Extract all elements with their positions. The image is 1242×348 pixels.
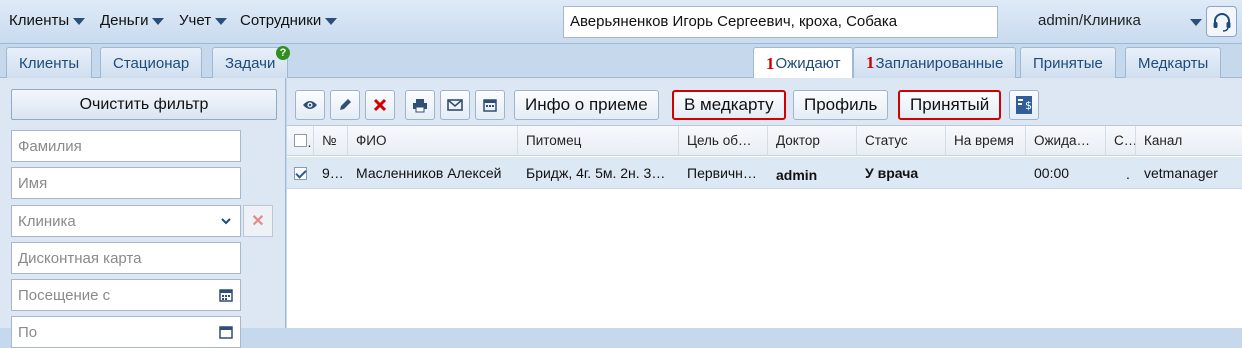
visit-from-field[interactable]: Посещение с — [11, 279, 241, 311]
discount-card-field[interactable]: Дисконтная карта — [11, 242, 241, 274]
toolbar: Инфо о приеме В медкарту Профиль Приняты… — [287, 78, 1242, 126]
calendar-icon — [483, 99, 497, 112]
scheduled-count: 1 — [866, 53, 875, 72]
email-button[interactable] — [440, 90, 470, 120]
menu-money-label: Деньги — [100, 12, 149, 29]
menu-money[interactable]: Деньги — [100, 12, 165, 29]
tab-scheduled[interactable]: 1 Запланированные — [853, 47, 1017, 78]
clear-filter-button[interactable]: Очистить фильтр — [11, 89, 277, 120]
menu-accounting-label: Учет — [179, 12, 212, 29]
tab-waiting[interactable]: 1 Ожидают — [753, 47, 854, 79]
calendar-icon[interactable] — [219, 288, 233, 302]
edit-button[interactable] — [330, 90, 360, 120]
chevron-down-icon — [221, 218, 231, 225]
table-row[interactable]: 9… Масленников Алексей Бридж, 4г. 5м. 2н… — [287, 157, 1242, 189]
invoice-button[interactable]: $ — [1009, 90, 1039, 120]
close-icon: ✕ — [251, 213, 265, 230]
cell-channel: vetmanager — [1144, 165, 1218, 181]
tab-clients-label: Клиенты — [19, 54, 80, 72]
col-status[interactable]: Статус — [857, 126, 946, 156]
chevron-down-icon — [73, 18, 86, 25]
invoice-dollar-icon: $ — [1016, 96, 1032, 114]
visit-info-button[interactable]: Инфо о приеме — [514, 90, 659, 120]
eye-icon — [303, 101, 317, 109]
cell-doctor: admin — [776, 167, 818, 183]
tab-hospital-label: Стационар — [113, 54, 190, 72]
printer-icon — [413, 98, 427, 112]
col-fio[interactable]: ФИО — [348, 126, 518, 156]
calendar-button[interactable] — [475, 90, 505, 120]
firstname-field[interactable]: Имя — [11, 167, 241, 199]
cell-time — [946, 157, 1026, 189]
delete-button[interactable] — [365, 90, 395, 120]
filter-panel: Очистить фильтр Фамилия Имя Клиника Диск… — [0, 78, 286, 348]
envelope-icon — [447, 99, 463, 111]
profile-button[interactable]: Профиль — [793, 90, 889, 120]
tab-waiting-label: Ожидают — [775, 55, 841, 72]
tab-medcards[interactable]: Медкарты — [1125, 47, 1222, 78]
user-clinic-label[interactable]: admin/Клиника — [1038, 12, 1141, 29]
help-icon[interactable]: ? — [276, 46, 290, 60]
cell-fio: Масленников Алексей — [356, 165, 502, 181]
tabs-row: Клиенты Стационар Задачи 1 Ожидают 1 Запла… — [0, 44, 1242, 79]
calendar-icon[interactable] — [219, 325, 233, 339]
visit-to-label: По — [18, 324, 38, 341]
tab-accepted[interactable]: Принятые — [1020, 47, 1116, 78]
menu-accounting[interactable]: Учет — [179, 12, 228, 29]
cell-wait: 00:00 — [1034, 165, 1070, 181]
col-channel[interactable]: Канал — [1136, 126, 1242, 156]
tab-accepted-label: Принятые — [1033, 54, 1103, 72]
waiting-count: 1 — [766, 53, 775, 73]
user-menu-chevron-icon[interactable] — [1190, 19, 1202, 26]
cell-purpose: Первичн… — [687, 165, 757, 181]
support-headset-button[interactable] — [1206, 6, 1237, 37]
col-c[interactable]: С… — [1106, 126, 1136, 156]
tab-tasks-label: Задачи — [225, 54, 276, 72]
cell-number: 9… — [322, 165, 344, 181]
col-time[interactable]: На время — [946, 126, 1026, 156]
cell-c: . — [1126, 166, 1130, 182]
menu-staff-label: Сотрудники — [240, 12, 322, 29]
clear-clinic-button[interactable]: ✕ — [243, 205, 273, 237]
row-checkbox[interactable] — [294, 167, 307, 180]
tab-hospital[interactable]: Стационар — [100, 47, 203, 78]
row-checkbox-cell[interactable] — [287, 157, 314, 189]
lastname-field[interactable]: Фамилия — [11, 130, 241, 162]
select-all-checkbox[interactable] — [294, 134, 307, 147]
menu-clients-label: Клиенты — [9, 12, 70, 29]
tab-medcards-label: Медкарты — [1138, 54, 1209, 72]
chevron-down-icon — [152, 18, 165, 25]
visit-to-field[interactable]: По — [11, 316, 241, 348]
cell-status: У врача — [865, 165, 919, 181]
col-wait[interactable]: Ожида… — [1026, 126, 1106, 156]
chevron-down-icon — [325, 18, 338, 25]
svg-text:$: $ — [1025, 99, 1032, 112]
top-menubar: Клиенты Деньги Учет Сотрудники Аверьянен… — [0, 0, 1242, 44]
table-header: № ФИО Питомец Цель об… Доктор Статус На … — [287, 126, 1242, 156]
col-pet[interactable]: Питомец — [518, 126, 679, 156]
clinic-select[interactable]: Клиника — [11, 205, 241, 237]
menu-staff[interactable]: Сотрудники — [240, 12, 338, 29]
chevron-down-icon — [215, 18, 228, 25]
delete-x-icon — [373, 98, 387, 112]
select-all-checkbox-cell[interactable] — [287, 126, 314, 156]
global-search-input[interactable]: Аверьяненков Игорь Сергеевич, кроха, Соб… — [563, 6, 998, 38]
col-doctor[interactable]: Доктор — [768, 126, 857, 156]
accepted-button[interactable]: Принятый — [898, 90, 1002, 120]
to-medcard-button[interactable]: В медкарту — [672, 90, 786, 120]
col-purpose[interactable]: Цель об… — [679, 126, 768, 156]
main-area: Инфо о приеме В медкарту Профиль Приняты… — [287, 78, 1242, 328]
headset-icon — [1213, 12, 1230, 32]
visit-from-label: Посещение с — [18, 287, 111, 304]
view-button[interactable] — [295, 90, 325, 120]
col-number[interactable]: № — [314, 126, 348, 156]
cell-pet: Бридж, 4г. 5м. 2н. 3… — [526, 165, 666, 181]
tab-scheduled-label: Запланированные — [875, 54, 1004, 72]
pencil-icon — [340, 99, 351, 110]
print-button[interactable] — [405, 90, 435, 120]
menu-clients[interactable]: Клиенты — [9, 12, 86, 29]
tab-clients[interactable]: Клиенты — [6, 47, 93, 78]
clinic-select-label: Клиника — [18, 213, 76, 230]
